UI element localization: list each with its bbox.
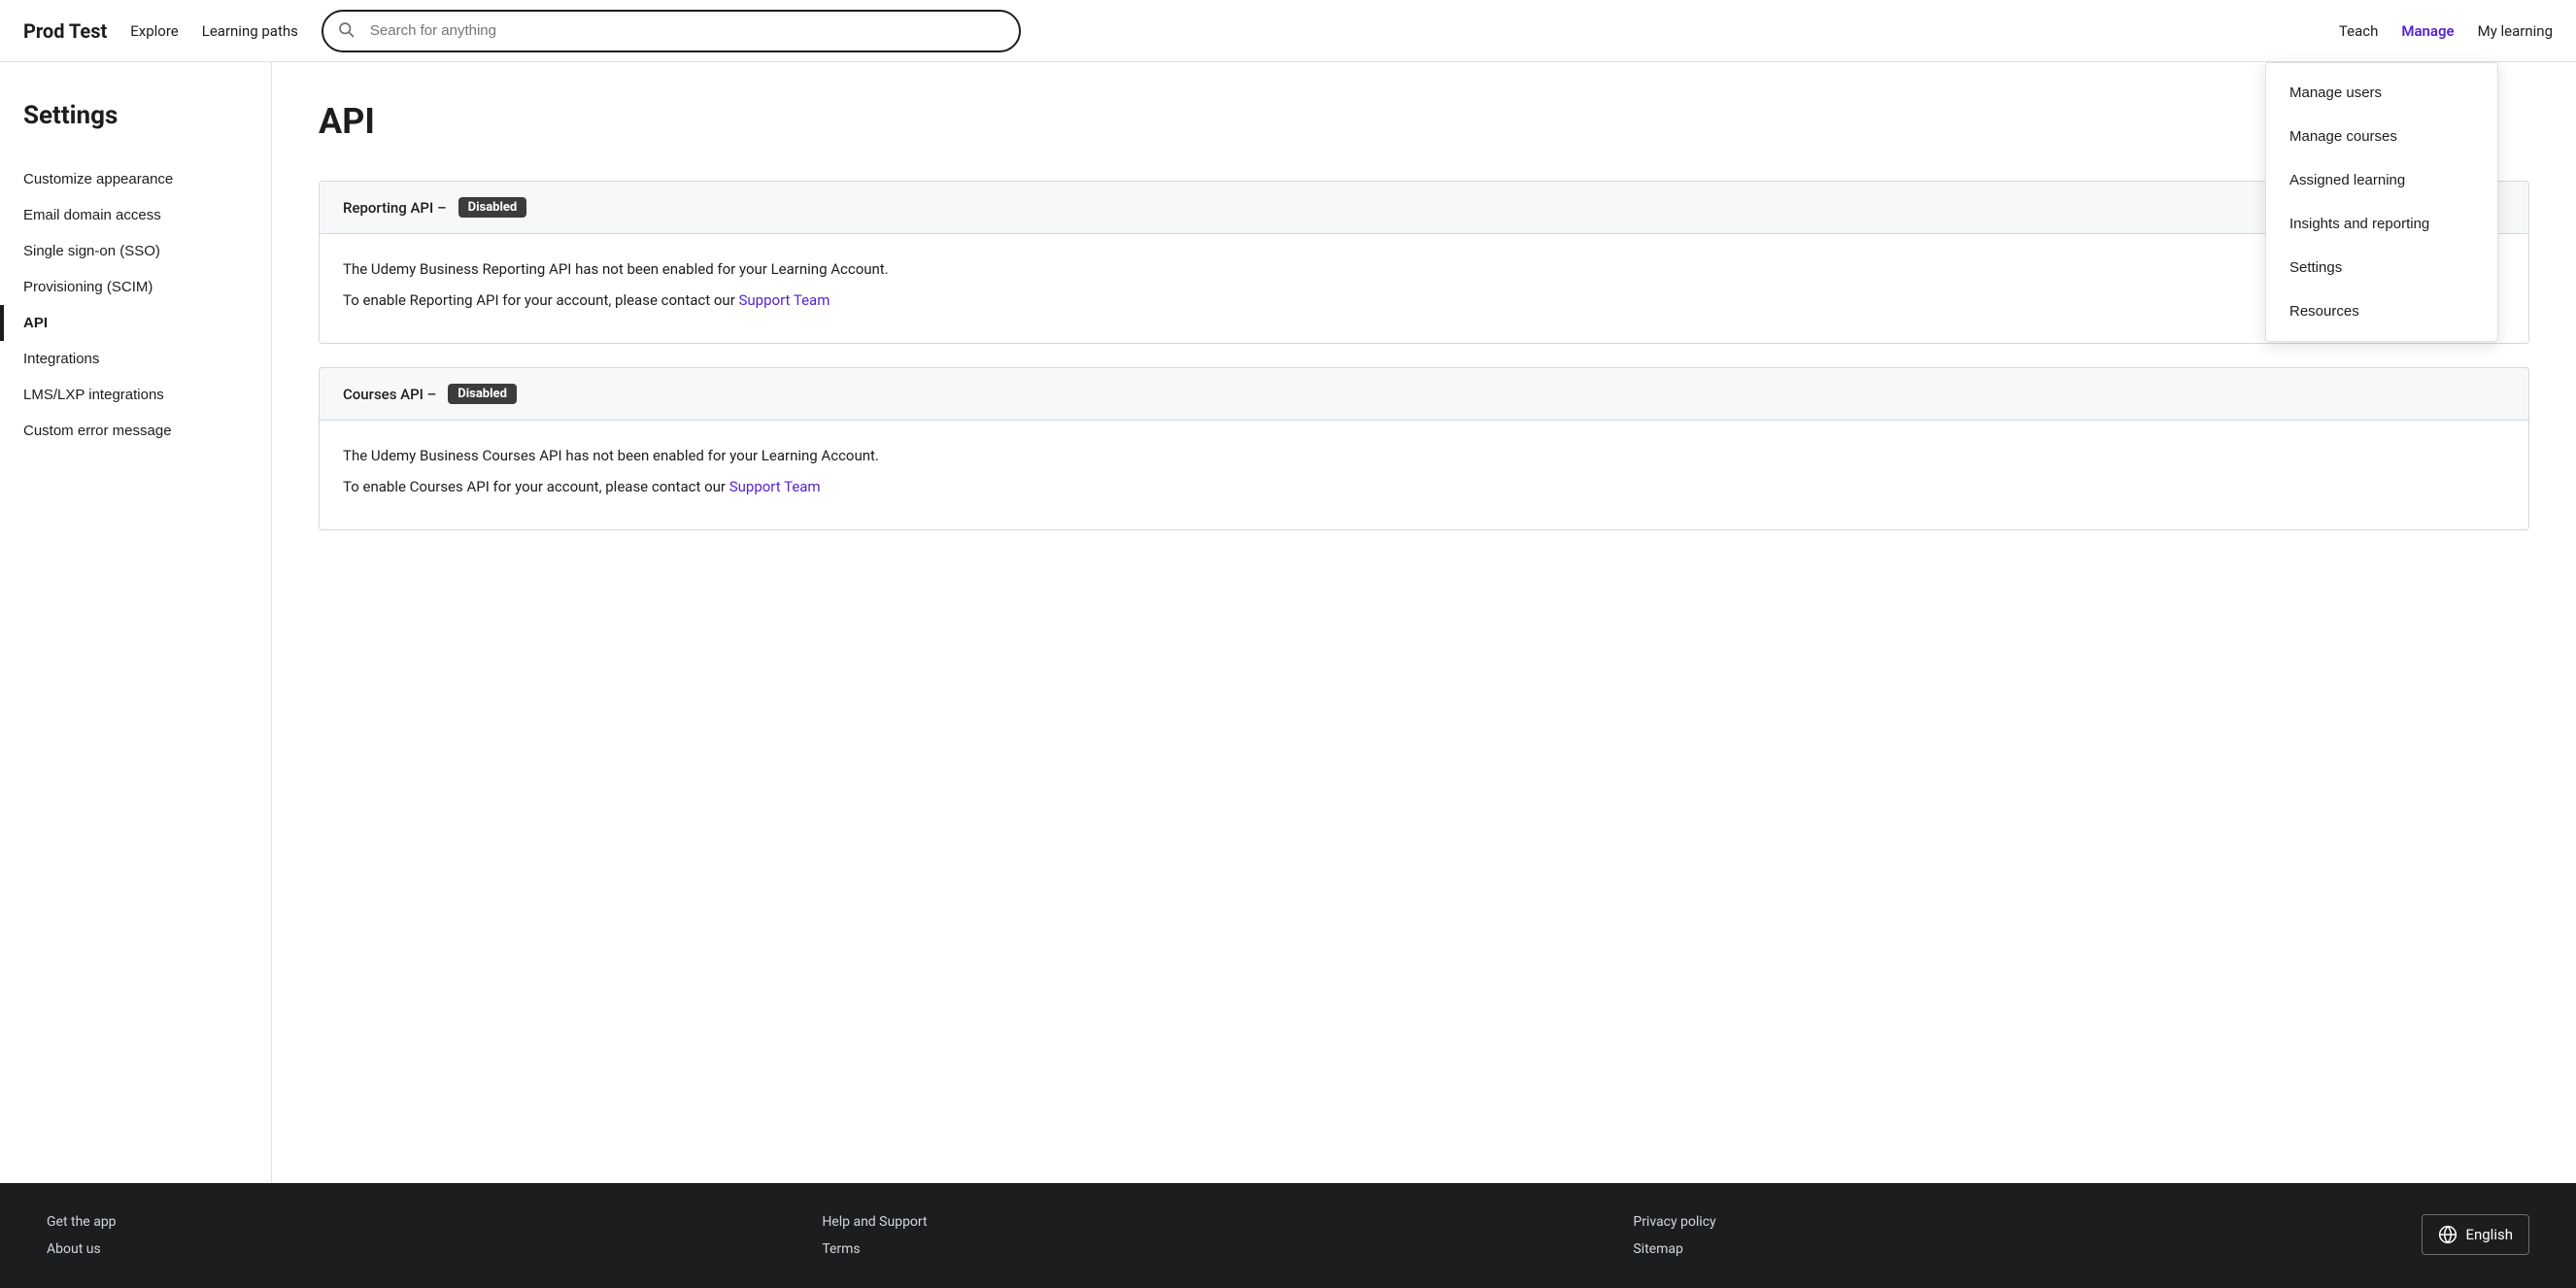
- dropdown-item-resources[interactable]: Resources: [2266, 289, 2497, 333]
- dropdown-item-settings[interactable]: Settings: [2266, 246, 2497, 289]
- reporting-api-label: Reporting API –: [343, 199, 447, 217]
- footer-link-terms[interactable]: Terms: [822, 1241, 927, 1257]
- footer-link-sitemap[interactable]: Sitemap: [1633, 1241, 1715, 1257]
- logo[interactable]: Prod Test: [23, 19, 107, 43]
- footer-col-1: Get the app About us: [47, 1214, 117, 1257]
- page-layout: Settings Customize appearance Email doma…: [0, 62, 2576, 1183]
- nav-explore[interactable]: Explore: [130, 22, 179, 40]
- search-icon: [337, 20, 355, 42]
- search-input[interactable]: [322, 10, 1021, 52]
- dropdown-item-manage-courses[interactable]: Manage courses: [2266, 115, 2497, 158]
- courses-api-badge: Disabled: [448, 384, 517, 404]
- language-selector[interactable]: English: [2422, 1214, 2529, 1255]
- sidebar-item-sso[interactable]: Single sign-on (SSO): [23, 233, 248, 269]
- sidebar-item-email-domain[interactable]: Email domain access: [23, 197, 248, 233]
- sidebar-item-lms-lxp[interactable]: LMS/LXP integrations: [23, 377, 248, 413]
- language-label: English: [2465, 1226, 2513, 1243]
- nav-learning-paths[interactable]: Learning paths: [202, 22, 298, 40]
- sidebar-title: Settings: [23, 101, 248, 130]
- courses-api-support-link[interactable]: Support Team: [729, 478, 821, 495]
- nav-manage[interactable]: Manage: [2401, 22, 2454, 40]
- nav-my-learning[interactable]: My learning: [2478, 22, 2553, 40]
- reporting-api-body: The Udemy Business Reporting API has not…: [320, 234, 2528, 343]
- header: Prod Test Explore Learning paths Teach M…: [0, 0, 2576, 62]
- sidebar: Settings Customize appearance Email doma…: [0, 62, 272, 1183]
- courses-api-contact-prefix: To enable Courses API for your account, …: [343, 478, 729, 495]
- nav-teach[interactable]: Teach: [2339, 22, 2378, 40]
- main-content: API Reporting API – Disabled The Udemy B…: [272, 62, 2576, 1183]
- courses-api-header: Courses API – Disabled: [320, 368, 2528, 421]
- page-title: API: [319, 101, 2529, 142]
- footer-link-get-app[interactable]: Get the app: [47, 1214, 117, 1230]
- reporting-api-text2: To enable Reporting API for your account…: [343, 288, 2505, 312]
- footer-link-about-us[interactable]: About us: [47, 1241, 117, 1257]
- header-right: Teach Manage My learning: [2339, 22, 2553, 40]
- courses-api-label: Courses API –: [343, 386, 436, 403]
- courses-api-card: Courses API – Disabled The Udemy Busines…: [319, 367, 2529, 530]
- footer-link-help[interactable]: Help and Support: [822, 1214, 927, 1230]
- dropdown-item-insights[interactable]: Insights and reporting: [2266, 202, 2497, 246]
- reporting-api-card: Reporting API – Disabled The Udemy Busin…: [319, 181, 2529, 344]
- dropdown-item-manage-users[interactable]: Manage users: [2266, 71, 2497, 115]
- sidebar-item-customize-appearance[interactable]: Customize appearance: [23, 161, 248, 197]
- footer: Get the app About us Help and Support Te…: [0, 1183, 2576, 1288]
- sidebar-item-integrations[interactable]: Integrations: [23, 341, 248, 377]
- search-container: [322, 10, 1021, 52]
- sidebar-item-custom-error[interactable]: Custom error message: [23, 413, 248, 449]
- reporting-api-support-link[interactable]: Support Team: [739, 291, 830, 309]
- main-nav: Explore Learning paths: [130, 22, 298, 40]
- reporting-api-header: Reporting API – Disabled: [320, 182, 2528, 234]
- courses-api-text1: The Udemy Business Courses API has not b…: [343, 444, 2505, 467]
- footer-content: Get the app About us Help and Support Te…: [47, 1214, 2529, 1257]
- footer-col-3: Privacy policy Sitemap: [1633, 1214, 1715, 1257]
- courses-api-text2: To enable Courses API for your account, …: [343, 475, 2505, 498]
- globe-icon: [2438, 1225, 2457, 1244]
- reporting-api-contact-prefix: To enable Reporting API for your account…: [343, 291, 739, 309]
- reporting-api-badge: Disabled: [458, 197, 527, 218]
- courses-api-body: The Udemy Business Courses API has not b…: [320, 421, 2528, 529]
- sidebar-item-scim[interactable]: Provisioning (SCIM): [23, 269, 248, 305]
- reporting-api-text1: The Udemy Business Reporting API has not…: [343, 257, 2505, 281]
- sidebar-item-api[interactable]: API: [23, 305, 248, 341]
- footer-col-2: Help and Support Terms: [822, 1214, 927, 1257]
- dropdown-item-assigned-learning[interactable]: Assigned learning: [2266, 158, 2497, 202]
- manage-dropdown: Manage users Manage courses Assigned lea…: [2265, 62, 2498, 342]
- footer-link-privacy[interactable]: Privacy policy: [1633, 1214, 1715, 1230]
